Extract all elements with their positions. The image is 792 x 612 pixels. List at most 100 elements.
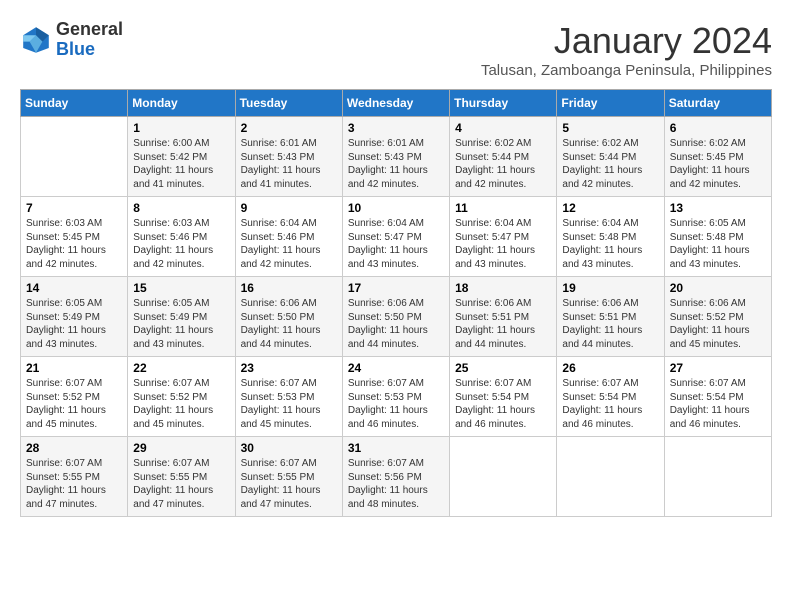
weekday-header-monday: Monday	[128, 90, 235, 117]
calendar-cell	[21, 117, 128, 197]
calendar-cell: 2Sunrise: 6:01 AMSunset: 5:43 PMDaylight…	[235, 117, 342, 197]
calendar-cell: 16Sunrise: 6:06 AMSunset: 5:50 PMDayligh…	[235, 277, 342, 357]
day-number: 12	[562, 201, 658, 215]
calendar-cell: 21 Sunrise: 6:07 AMSunset: 5:52 PMDayligh…	[21, 357, 128, 437]
day-number: 17	[348, 281, 444, 295]
calendar-cell: 22 Sunrise: 6:07 AMSunset: 5:52 PMDayligh…	[128, 357, 235, 437]
day-info: Sunrise: 6:07 AMSunset: 5:52 PMDaylight:…	[133, 377, 229, 431]
day-info: Sunrise: 6:06 AMSunset: 5:51 PMDaylight:…	[562, 297, 658, 351]
weekday-header-friday: Friday	[557, 90, 664, 117]
calendar-cell: 26Sunrise: 6:07 AMSunset: 5:54 PMDayligh…	[557, 357, 664, 437]
day-info: Sunrise: 6:05 AMSunset: 5:48 PMDaylight:…	[670, 217, 766, 271]
weekday-header-row: SundayMondayTuesdayWednesdayThursdayFrid…	[21, 90, 772, 117]
day-info: Sunrise: 6:04 AMSunset: 5:47 PMDaylight:…	[348, 217, 444, 271]
calendar-week-row: 1Sunrise: 6:00 AMSunset: 5:42 PMDaylight…	[21, 117, 772, 197]
day-info: Sunrise: 6:07 AMSunset: 5:55 PMDaylight:…	[241, 457, 337, 511]
day-info: Sunrise: 6:01 AMSunset: 5:43 PMDaylight:…	[241, 137, 337, 191]
day-info: Sunrise: 6:03 AMSunset: 5:46 PMDaylight:…	[133, 217, 229, 271]
day-info: Sunrise: 6:02 AMSunset: 5:44 PMDaylight:…	[562, 137, 658, 191]
day-info: Sunrise: 6:07 AMSunset: 5:54 PMDaylight:…	[562, 377, 658, 431]
location-title: Talusan, Zamboanga Peninsula, Philippine…	[481, 62, 772, 79]
day-info: Sunrise: 6:05 AMSunset: 5:49 PMDaylight:…	[133, 297, 229, 351]
day-info: Sunrise: 6:06 AMSunset: 5:52 PMDaylight:…	[670, 297, 766, 351]
title-block: January 2024 Talusan, Zamboanga Peninsul…	[481, 20, 772, 79]
day-number: 9	[241, 201, 337, 215]
day-number: 28	[26, 441, 122, 455]
day-info: Sunrise: 6:07 AMSunset: 5:54 PMDaylight:…	[670, 377, 766, 431]
weekday-header-sunday: Sunday	[21, 90, 128, 117]
day-number: 22	[133, 361, 229, 375]
calendar-cell	[557, 437, 664, 517]
calendar-cell: 13 Sunrise: 6:05 AMSunset: 5:48 PMDayligh…	[664, 197, 771, 277]
weekday-header-thursday: Thursday	[450, 90, 557, 117]
day-info: Sunrise: 6:07 AMSunset: 5:56 PMDaylight:…	[348, 457, 444, 511]
day-number: 15	[133, 281, 229, 295]
day-info: Sunrise: 6:07 AMSunset: 5:55 PMDaylight:…	[26, 457, 122, 511]
calendar-cell: 31Sunrise: 6:07 AMSunset: 5:56 PMDayligh…	[342, 437, 449, 517]
calendar-week-row: 28 Sunrise: 6:07 AMSunset: 5:55 PMDayligh…	[21, 437, 772, 517]
calendar-cell: 30 Sunrise: 6:07 AMSunset: 5:55 PMDayligh…	[235, 437, 342, 517]
calendar-cell: 9 Sunrise: 6:04 AMSunset: 5:46 PMDaylight…	[235, 197, 342, 277]
day-number: 6	[670, 121, 766, 135]
day-number: 11	[455, 201, 551, 215]
day-number: 5	[562, 121, 658, 135]
day-number: 8	[133, 201, 229, 215]
calendar-cell: 28 Sunrise: 6:07 AMSunset: 5:55 PMDayligh…	[21, 437, 128, 517]
calendar-cell	[664, 437, 771, 517]
calendar-cell: 10 Sunrise: 6:04 AMSunset: 5:47 PMDayligh…	[342, 197, 449, 277]
calendar-cell: 20 Sunrise: 6:06 AMSunset: 5:52 PMDayligh…	[664, 277, 771, 357]
calendar-cell: 5 Sunrise: 6:02 AMSunset: 5:44 PMDaylight…	[557, 117, 664, 197]
calendar-cell: 1Sunrise: 6:00 AMSunset: 5:42 PMDaylight…	[128, 117, 235, 197]
calendar-cell: 7 Sunrise: 6:03 AMSunset: 5:45 PMDaylight…	[21, 197, 128, 277]
day-number: 16	[241, 281, 337, 295]
month-title: January 2024	[481, 20, 772, 62]
day-number: 29	[133, 441, 229, 455]
day-number: 20	[670, 281, 766, 295]
calendar-cell: 17Sunrise: 6:06 AMSunset: 5:50 PMDayligh…	[342, 277, 449, 357]
calendar-cell: 8 Sunrise: 6:03 AMSunset: 5:46 PMDaylight…	[128, 197, 235, 277]
day-number: 19	[562, 281, 658, 295]
day-info: Sunrise: 6:07 AMSunset: 5:54 PMDaylight:…	[455, 377, 551, 431]
calendar-table: SundayMondayTuesdayWednesdayThursdayFrid…	[20, 89, 772, 517]
day-info: Sunrise: 6:02 AMSunset: 5:44 PMDaylight:…	[455, 137, 551, 191]
calendar-cell: 4 Sunrise: 6:02 AMSunset: 5:44 PMDaylight…	[450, 117, 557, 197]
day-info: Sunrise: 6:06 AMSunset: 5:51 PMDaylight:…	[455, 297, 551, 351]
day-info: Sunrise: 6:07 AMSunset: 5:52 PMDaylight:…	[26, 377, 122, 431]
calendar-cell: 24Sunrise: 6:07 AMSunset: 5:53 PMDayligh…	[342, 357, 449, 437]
calendar-cell: 27 Sunrise: 6:07 AMSunset: 5:54 PMDayligh…	[664, 357, 771, 437]
page-header: General Blue January 2024 Talusan, Zambo…	[20, 20, 772, 79]
calendar-cell	[450, 437, 557, 517]
day-number: 7	[26, 201, 122, 215]
day-info: Sunrise: 6:04 AMSunset: 5:47 PMDaylight:…	[455, 217, 551, 271]
day-number: 23	[241, 361, 337, 375]
day-number: 13	[670, 201, 766, 215]
calendar-week-row: 21 Sunrise: 6:07 AMSunset: 5:52 PMDayligh…	[21, 357, 772, 437]
day-info: Sunrise: 6:04 AMSunset: 5:48 PMDaylight:…	[562, 217, 658, 271]
calendar-cell: 14Sunrise: 6:05 AMSunset: 5:49 PMDayligh…	[21, 277, 128, 357]
weekday-header-saturday: Saturday	[664, 90, 771, 117]
day-number: 4	[455, 121, 551, 135]
day-number: 27	[670, 361, 766, 375]
calendar-cell: 19 Sunrise: 6:06 AMSunset: 5:51 PMDayligh…	[557, 277, 664, 357]
calendar-week-row: 7 Sunrise: 6:03 AMSunset: 5:45 PMDaylight…	[21, 197, 772, 277]
day-number: 10	[348, 201, 444, 215]
day-info: Sunrise: 6:01 AMSunset: 5:43 PMDaylight:…	[348, 137, 444, 191]
day-number: 3	[348, 121, 444, 135]
day-number: 1	[133, 121, 229, 135]
day-info: Sunrise: 6:04 AMSunset: 5:46 PMDaylight:…	[241, 217, 337, 271]
day-number: 21	[26, 361, 122, 375]
calendar-cell: 3 Sunrise: 6:01 AMSunset: 5:43 PMDaylight…	[342, 117, 449, 197]
weekday-header-tuesday: Tuesday	[235, 90, 342, 117]
calendar-cell: 29 Sunrise: 6:07 AMSunset: 5:55 PMDayligh…	[128, 437, 235, 517]
day-info: Sunrise: 6:05 AMSunset: 5:49 PMDaylight:…	[26, 297, 122, 351]
logo-blue-text: Blue	[56, 39, 95, 59]
logo: General Blue	[20, 20, 123, 60]
day-info: Sunrise: 6:03 AMSunset: 5:45 PMDaylight:…	[26, 217, 122, 271]
calendar-cell: 15 Sunrise: 6:05 AMSunset: 5:49 PMDayligh…	[128, 277, 235, 357]
day-number: 30	[241, 441, 337, 455]
calendar-cell: 12 Sunrise: 6:04 AMSunset: 5:48 PMDayligh…	[557, 197, 664, 277]
day-number: 25	[455, 361, 551, 375]
calendar-cell: 18Sunrise: 6:06 AMSunset: 5:51 PMDayligh…	[450, 277, 557, 357]
day-info: Sunrise: 6:07 AMSunset: 5:55 PMDaylight:…	[133, 457, 229, 511]
day-info: Sunrise: 6:07 AMSunset: 5:53 PMDaylight:…	[241, 377, 337, 431]
